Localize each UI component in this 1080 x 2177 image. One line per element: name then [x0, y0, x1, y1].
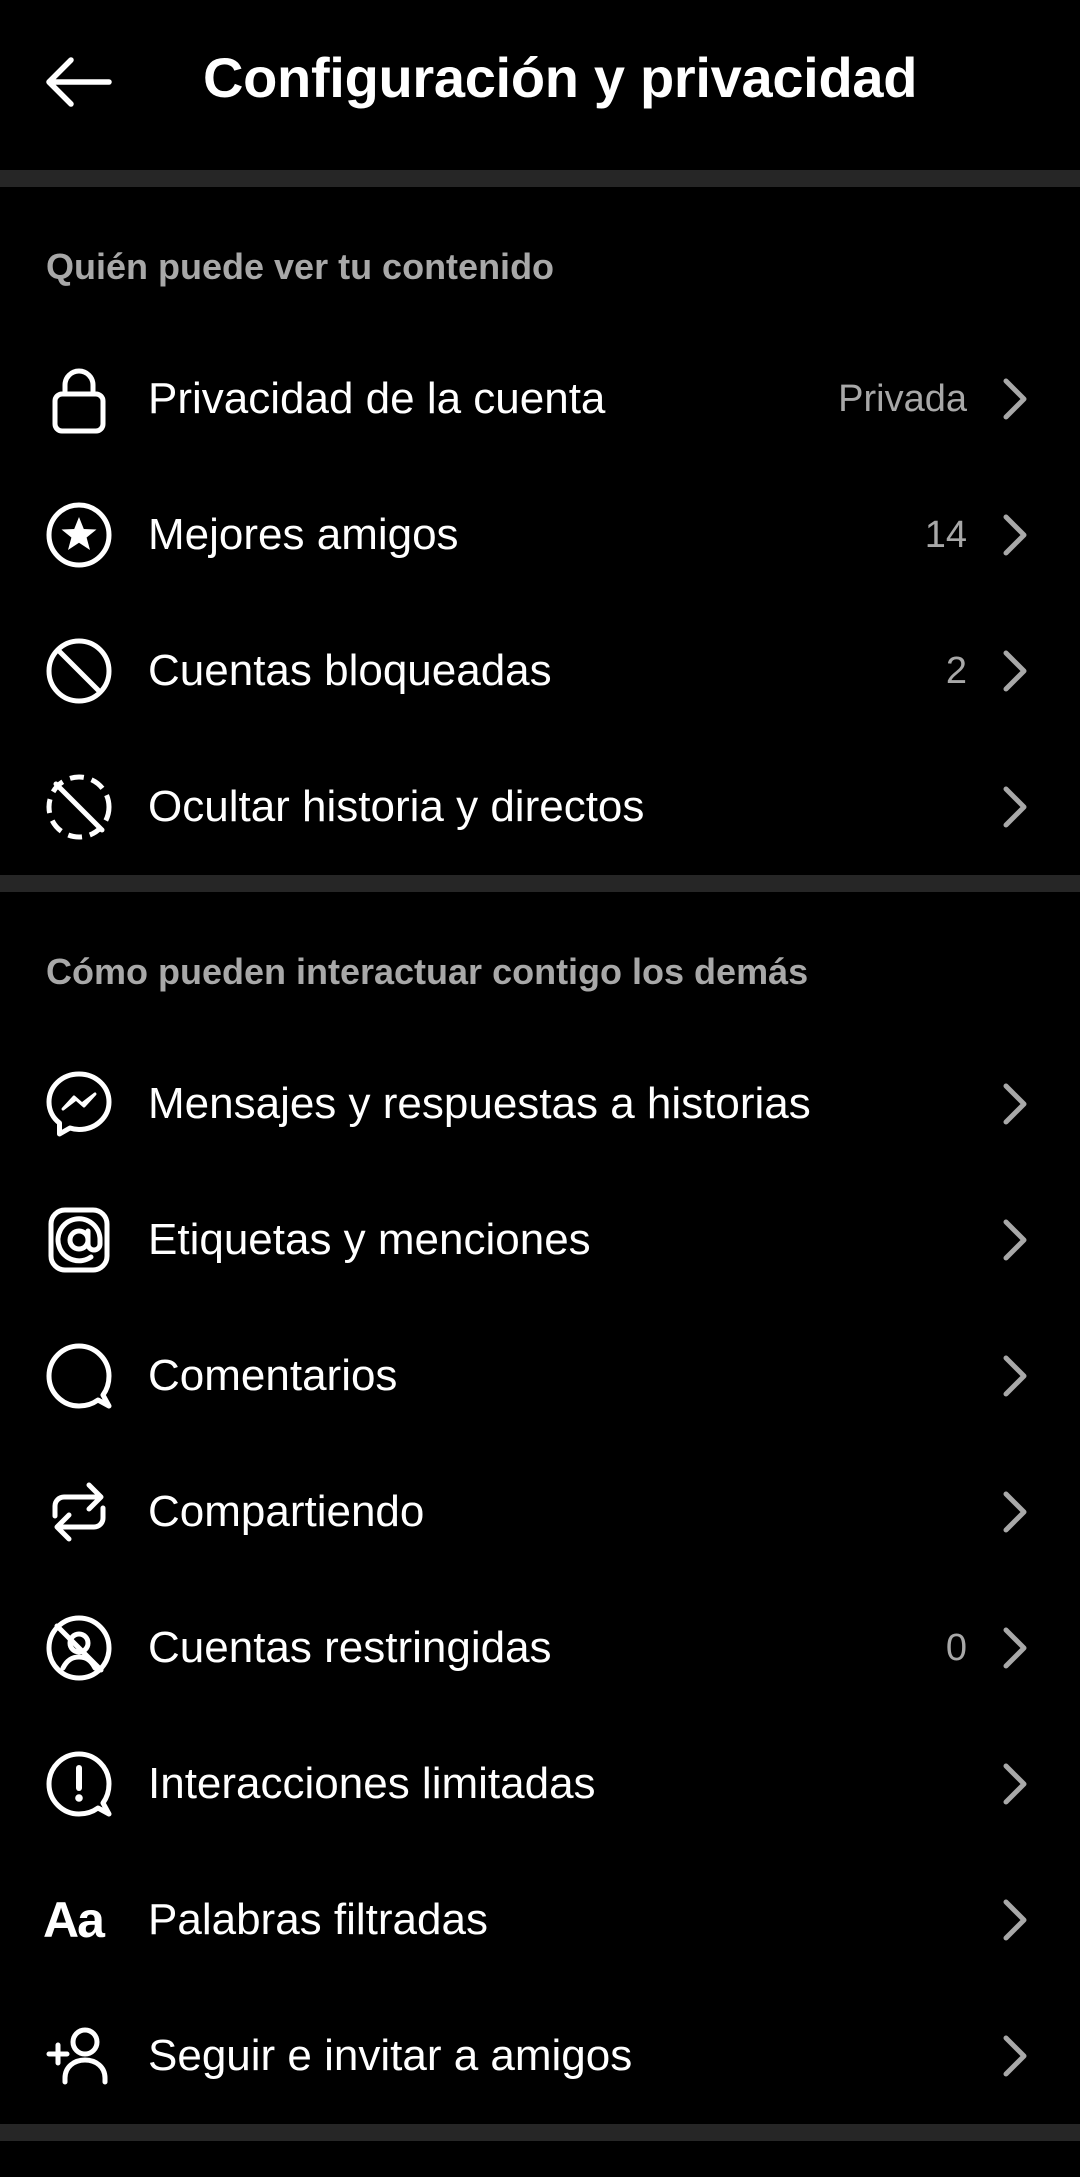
text-aa-icon: Aa	[43, 1892, 105, 1948]
item-value: 0	[945, 1627, 967, 1669]
section-divider	[0, 875, 1080, 892]
item-value: 14	[924, 514, 967, 556]
blocked-icon	[43, 635, 115, 707]
chevron-right-icon	[990, 1078, 1038, 1130]
chevron-right-icon	[990, 509, 1038, 561]
chevron-right-icon	[990, 1486, 1038, 1538]
comment-icon	[43, 1340, 115, 1412]
settings-item-close-friends[interactable]: Mejores amigos 14	[0, 467, 1080, 603]
section-divider	[0, 2124, 1080, 2141]
settings-item-restricted-accounts[interactable]: Cuentas restringidas 0	[0, 1580, 1080, 1716]
at-sign-icon	[43, 1204, 115, 1276]
item-label: Privacidad de la cuenta	[148, 374, 606, 423]
item-label: Comentarios	[148, 1351, 398, 1400]
settings-item-follow-invite[interactable]: Seguir e invitar a amigos	[0, 1988, 1080, 2124]
chevron-right-icon	[990, 1894, 1038, 1946]
chevron-right-icon	[990, 1214, 1038, 1266]
share-arrows-icon	[43, 1476, 115, 1548]
item-value: Privada	[838, 378, 967, 420]
chevron-right-icon	[990, 2030, 1038, 2082]
item-label: Cuentas restringidas	[148, 1623, 552, 1672]
add-person-icon	[43, 2020, 115, 2092]
item-label: Ocultar historia y directos	[148, 782, 645, 831]
lock-icon	[43, 363, 115, 435]
chevron-right-icon	[990, 1622, 1038, 1674]
settings-item-tags-mentions[interactable]: Etiquetas y menciones	[0, 1172, 1080, 1308]
messenger-icon	[43, 1068, 115, 1140]
chevron-right-icon	[990, 373, 1038, 425]
section-divider	[0, 170, 1080, 187]
chevron-right-icon	[990, 781, 1038, 833]
settings-item-sharing[interactable]: Compartiendo	[0, 1444, 1080, 1580]
item-label: Etiquetas y menciones	[148, 1215, 591, 1264]
item-value: 2	[945, 650, 967, 692]
item-label: Mensajes y respuestas a historias	[148, 1079, 811, 1128]
chevron-right-icon	[990, 1350, 1038, 1402]
section-title-interactions: Cómo pueden interactuar contigo los demá…	[46, 951, 809, 992]
section-title-visibility: Quién puede ver tu contenido	[46, 246, 555, 287]
chevron-right-icon	[990, 1758, 1038, 1810]
arrow-left-icon	[46, 57, 112, 107]
limited-interactions-icon	[43, 1748, 115, 1820]
item-label: Compartiendo	[148, 1487, 425, 1536]
star-circle-icon	[43, 499, 115, 571]
page-title: Configuración y privacidad	[203, 46, 918, 109]
chevron-right-icon	[990, 645, 1038, 697]
settings-item-account-privacy[interactable]: Privacidad de la cuenta Privada	[0, 331, 1080, 467]
hide-story-icon	[43, 771, 115, 843]
settings-item-blocked-accounts[interactable]: Cuentas bloqueadas 2	[0, 603, 1080, 739]
item-label: Seguir e invitar a amigos	[148, 2031, 633, 2080]
settings-item-filtered-words[interactable]: Aa Palabras filtradas	[0, 1852, 1080, 1988]
item-label: Cuentas bloqueadas	[148, 646, 552, 695]
item-label: Mejores amigos	[148, 510, 459, 559]
back-button[interactable]	[36, 40, 120, 124]
restricted-icon	[43, 1612, 115, 1684]
settings-item-comments[interactable]: Comentarios	[0, 1308, 1080, 1444]
item-label: Interacciones limitadas	[148, 1759, 596, 1808]
settings-item-messages[interactable]: Mensajes y respuestas a historias	[0, 1036, 1080, 1172]
settings-item-hide-story[interactable]: Ocultar historia y directos	[0, 739, 1080, 875]
settings-item-limited-interactions[interactable]: Interacciones limitadas	[0, 1716, 1080, 1852]
top-app-bar: Configuración y privacidad	[0, 0, 1080, 170]
item-label: Palabras filtradas	[148, 1895, 488, 1944]
